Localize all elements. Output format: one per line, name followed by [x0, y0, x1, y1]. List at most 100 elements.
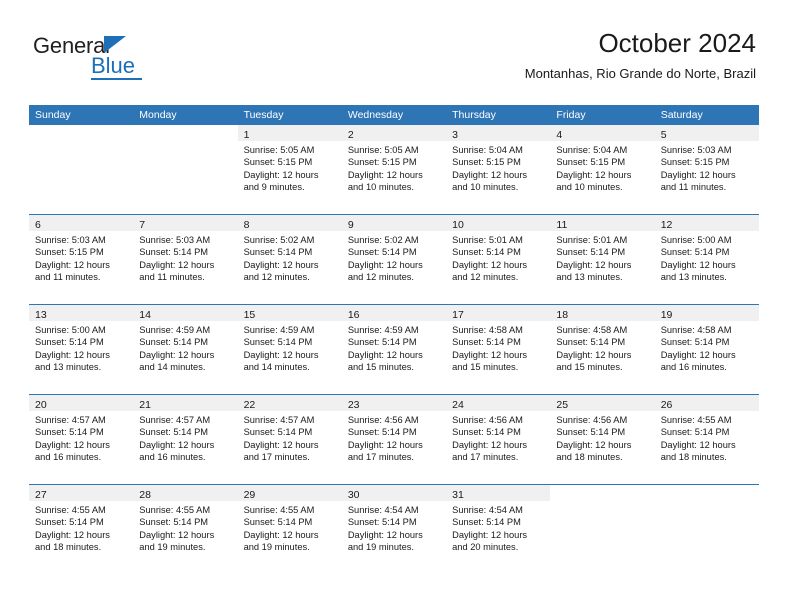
day-cell[interactable]: 7 Sunrise: 5:03 AM Sunset: 5:14 PM Daylight… [133, 215, 238, 304]
daylight-text-line1: Daylight: 12 hours [243, 349, 319, 360]
daylight-text-line2: and 20 minutes. [452, 542, 519, 553]
day-cell[interactable]: 8 Sunrise: 5:02 AM Sunset: 5:14 PM Daylight… [237, 215, 342, 304]
day-cell[interactable]: 3 Sunrise: 5:04 AM Sunset: 5:15 PM Daylight… [446, 125, 551, 214]
day-cell[interactable]: 22 Sunrise: 4:57 AM Sunset: 5:14 PM Dayligh… [237, 395, 342, 484]
day-cell[interactable]: 31 Sunrise: 4:54 AM Sunset: 5:14 PM Dayligh… [446, 485, 551, 574]
day-cell[interactable]: 16 Sunrise: 4:59 AM Sunset: 5:14 PM Dayligh… [341, 305, 447, 394]
day-number: 17 [452, 309, 464, 321]
day-cell-empty [550, 485, 655, 574]
day-cell[interactable]: 26 Sunrise: 4:55 AM Sunset: 5:14 PM Dayligh… [654, 395, 759, 484]
day-cell[interactable]: 17 Sunrise: 4:58 AM Sunset: 5:14 PM Dayligh… [446, 305, 551, 394]
daylight-text-line1: Daylight: 12 hours [139, 529, 215, 540]
day-cell[interactable]: 30 Sunrise: 4:54 AM Sunset: 5:14 PM Dayligh… [341, 485, 447, 574]
sunset-text: Sunset: 5:14 PM [452, 427, 521, 438]
day-number: 22 [243, 399, 256, 411]
weekday-header-sunday: Sunday [35, 109, 71, 121]
day-cell[interactable]: 10 Sunrise: 5:01 AM Sunset: 5:14 PM Dayligh… [446, 215, 551, 304]
sunrise-text: Sunrise: 5:02 AM [243, 235, 315, 245]
sunset-text: Sunset: 5:14 PM [556, 427, 626, 438]
sunset-text: Sunset: 5:14 PM [243, 337, 313, 348]
day-cell[interactable]: 28 Sunrise: 4:55 AM Sunset: 5:14 PM Dayligh… [133, 485, 238, 574]
day-number: 5 [660, 129, 667, 141]
day-number-band: 15 [237, 305, 342, 321]
day-cell[interactable]: 12 Sunrise: 5:00 AM Sunset: 5:14 PM Dayligh… [654, 215, 759, 304]
day-info: Sunrise: 4:59 AM Sunset: 5:14 PM Daylight:… [238, 321, 342, 374]
daylight-text-line1: Daylight: 12 hours [660, 169, 736, 180]
calendar-week-row: 20 Sunrise: 4:57 AM Sunset: 5:14 PM Dayligh… [29, 394, 759, 484]
day-cell[interactable]: 21 Sunrise: 4:57 AM Sunset: 5:14 PM Dayligh… [133, 395, 238, 484]
sunset-text: Sunset: 5:14 PM [35, 427, 104, 438]
sunrise-text: Sunrise: 4:54 AM [452, 505, 523, 515]
day-number-band: 26 [654, 395, 759, 411]
day-cell[interactable]: 11 Sunrise: 5:01 AM Sunset: 5:14 PM Dayligh… [550, 215, 655, 304]
sunrise-text: Sunrise: 4:59 AM [243, 325, 315, 335]
daylight-text-line1: Daylight: 12 hours [139, 349, 215, 360]
day-cell[interactable]: 13 Sunrise: 5:00 AM Sunset: 5:14 PM Dayligh… [29, 305, 134, 394]
weekday-header-tuesday: Tuesday [243, 109, 284, 121]
sunrise-text: Sunrise: 5:04 AM [452, 145, 523, 155]
sunrise-text: Sunrise: 5:03 AM [660, 145, 732, 155]
sunrise-text: Sunrise: 4:55 AM [660, 415, 732, 425]
daylight-text-line1: Daylight: 12 hours [660, 439, 736, 450]
day-info: Sunrise: 5:03 AM Sunset: 5:14 PM Daylight:… [133, 231, 237, 284]
daylight-text-line1: Daylight: 12 hours [452, 259, 528, 270]
day-cell[interactable]: 25 Sunrise: 4:56 AM Sunset: 5:14 PM Dayligh… [550, 395, 655, 484]
weekday-header-saturday: Saturday [660, 109, 703, 121]
day-cell[interactable]: 6 Sunrise: 5:03 AM Sunset: 5:15 PM Daylight… [29, 215, 134, 304]
day-cell[interactable]: 18 Sunrise: 4:58 AM Sunset: 5:14 PM Dayligh… [550, 305, 655, 394]
daylight-text-line1: Daylight: 12 hours [347, 259, 423, 270]
daylight-text-line1: Daylight: 12 hours [452, 169, 528, 180]
day-number: 3 [452, 129, 458, 141]
day-info: Sunrise: 4:57 AM Sunset: 5:14 PM Daylight:… [29, 411, 133, 464]
day-cell[interactable]: 15 Sunrise: 4:59 AM Sunset: 5:14 PM Dayligh… [237, 305, 342, 394]
sunrise-text: Sunrise: 4:59 AM [139, 325, 211, 335]
daylight-text-line1: Daylight: 12 hours [347, 349, 423, 360]
page-title: October 2024 [598, 28, 756, 58]
daylight-text-line1: Daylight: 12 hours [660, 349, 736, 360]
day-number-band: 11 [550, 215, 655, 231]
calendar-week-row: 13 Sunrise: 5:00 AM Sunset: 5:14 PM Dayligh… [29, 304, 759, 394]
day-cell[interactable]: 29 Sunrise: 4:55 AM Sunset: 5:14 PM Dayligh… [237, 485, 342, 574]
day-cell[interactable]: 1 Sunrise: 5:05 AM Sunset: 5:15 PM Daylight… [237, 125, 342, 214]
day-info: Sunrise: 4:55 AM Sunset: 5:14 PM Daylight:… [238, 501, 342, 554]
day-cell[interactable]: 23 Sunrise: 4:56 AM Sunset: 5:14 PM Dayligh… [341, 395, 447, 484]
sunset-text: Sunset: 5:14 PM [347, 247, 417, 258]
day-cell[interactable]: 14 Sunrise: 4:59 AM Sunset: 5:14 PM Dayligh… [133, 305, 238, 394]
day-number-band: 12 [654, 215, 759, 231]
day-cell-empty [133, 125, 238, 214]
sunrise-text: Sunrise: 4:58 AM [660, 325, 732, 335]
daylight-text-line2: and 19 minutes. [347, 542, 414, 553]
day-cell[interactable]: 4 Sunrise: 5:04 AM Sunset: 5:15 PM Daylight… [550, 125, 655, 214]
day-cell[interactable]: 20 Sunrise: 4:57 AM Sunset: 5:14 PM Dayligh… [29, 395, 134, 484]
sunrise-text: Sunrise: 4:58 AM [556, 325, 628, 335]
calendar-weeks: 1 Sunrise: 5:05 AM Sunset: 5:15 PM Daylight… [29, 125, 759, 574]
day-cell[interactable]: 9 Sunrise: 5:02 AM Sunset: 5:14 PM Daylight… [341, 215, 447, 304]
day-number-band: 5 [654, 125, 759, 141]
day-cell[interactable]: 5 Sunrise: 5:03 AM Sunset: 5:15 PM Daylight… [654, 125, 759, 214]
page-header: General Blue October 2024 Montanhas, Rio… [0, 0, 792, 96]
daylight-text-line1: Daylight: 12 hours [35, 349, 110, 360]
day-number-band: 8 [237, 215, 342, 231]
day-cell[interactable]: 2 Sunrise: 5:05 AM Sunset: 5:15 PM Daylight… [341, 125, 447, 214]
sunrise-text: Sunrise: 4:56 AM [347, 415, 419, 425]
day-info: Sunrise: 5:00 AM Sunset: 5:14 PM Daylight:… [29, 321, 133, 374]
sunrise-text: Sunrise: 5:01 AM [452, 235, 523, 245]
daylight-text-line2: and 19 minutes. [243, 542, 310, 553]
day-cell[interactable]: 27 Sunrise: 4:55 AM Sunset: 5:14 PM Dayligh… [29, 485, 134, 574]
day-info: Sunrise: 4:56 AM Sunset: 5:14 PM Daylight:… [446, 411, 550, 464]
day-number-band: 29 [237, 485, 342, 501]
daylight-text-line2: and 13 minutes. [660, 272, 727, 283]
day-number-band: 22 [237, 395, 342, 411]
day-number: 7 [139, 219, 146, 231]
day-cell[interactable]: 19 Sunrise: 4:58 AM Sunset: 5:14 PM Dayligh… [654, 305, 759, 394]
day-info: Sunrise: 4:58 AM Sunset: 5:14 PM Daylight:… [446, 321, 550, 374]
day-number-band: 10 [446, 215, 551, 231]
day-info: Sunrise: 4:55 AM Sunset: 5:14 PM Daylight:… [655, 411, 759, 464]
day-number-band [655, 485, 759, 501]
day-number: 6 [35, 219, 41, 231]
sunrise-text: Sunrise: 4:57 AM [139, 415, 211, 425]
daylight-text-line2: and 16 minutes. [139, 452, 206, 463]
day-cell[interactable]: 24 Sunrise: 4:56 AM Sunset: 5:14 PM Dayligh… [446, 395, 551, 484]
day-number: 31 [452, 489, 464, 501]
sunset-text: Sunset: 5:15 PM [243, 157, 313, 168]
